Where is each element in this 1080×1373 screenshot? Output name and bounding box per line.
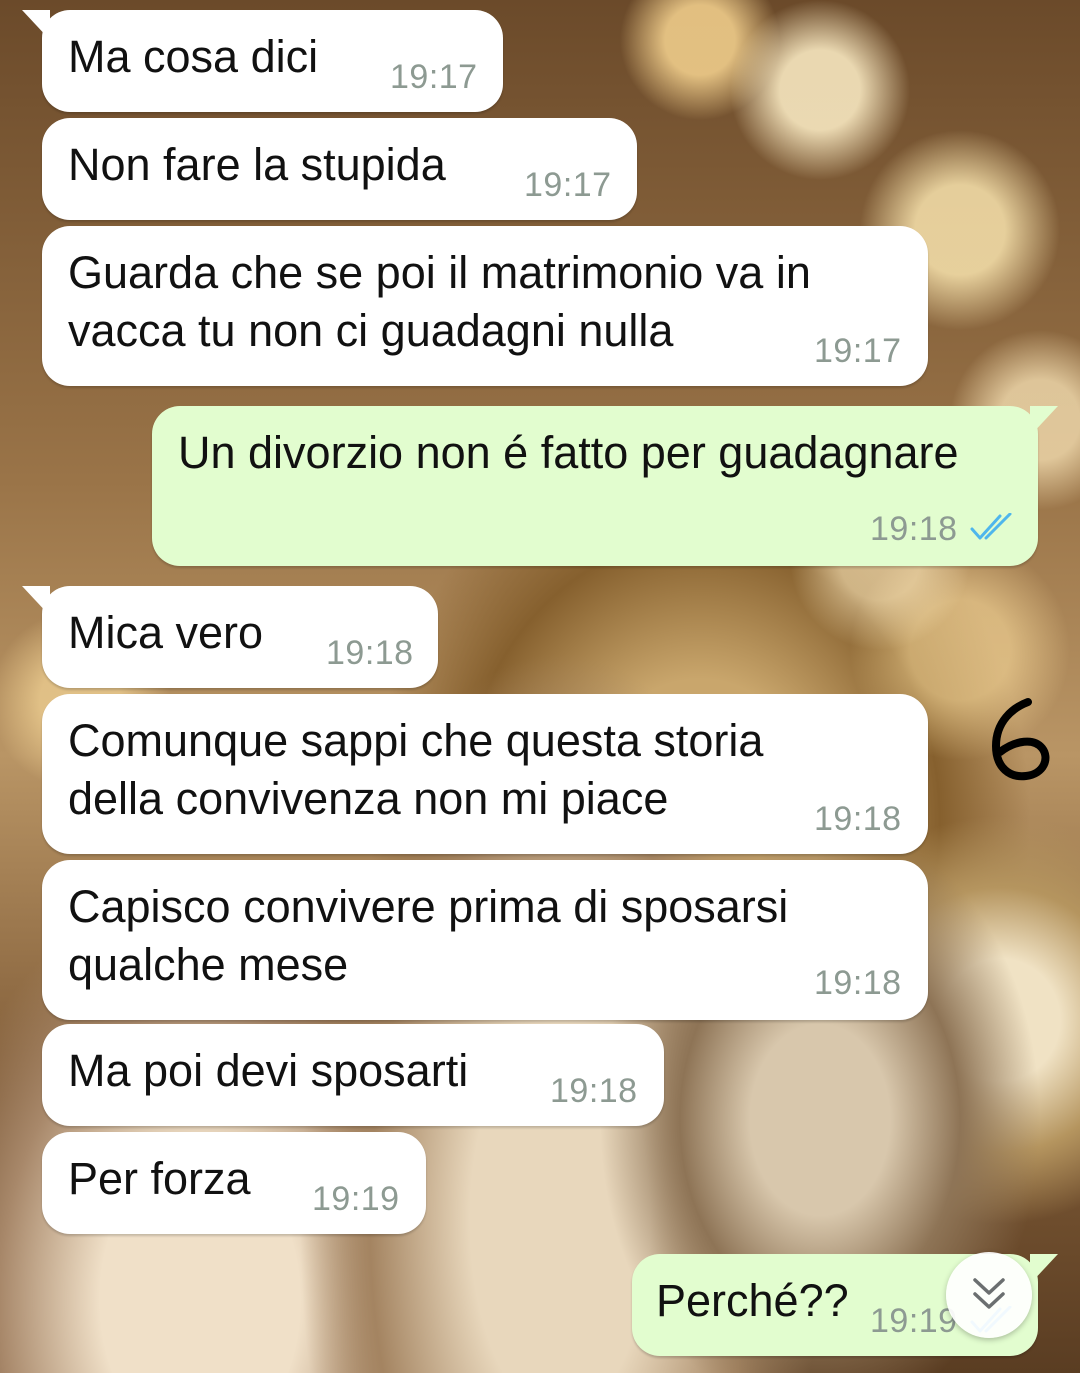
message-time: 19:17	[390, 58, 478, 96]
message-time: 19:17	[814, 332, 902, 370]
message-text: Ma poi devi sposarti	[68, 1045, 469, 1096]
double-check-icon	[970, 513, 1012, 540]
message-text: Capisco convivere prima di sposarsi qual…	[68, 881, 789, 990]
message-text: Guarda che se poi il matrimonio va in va…	[68, 247, 811, 356]
message-text: Comunque sappi che questa storia della c…	[68, 715, 764, 824]
message-time: 19:18	[550, 1072, 638, 1110]
chevron-double-down-icon	[973, 1278, 1005, 1309]
message-bubble[interactable]: Ma cosa dici 19:17	[22, 10, 503, 112]
message-text: Per forza	[68, 1153, 251, 1204]
chat-view: Ma cosa dici 19:17 Non fare la stupida 1…	[0, 0, 1080, 1373]
message-text: Un divorzio non é fatto per guadagnare	[178, 427, 959, 478]
message-text: Ma cosa dici	[68, 31, 319, 82]
message-time: 19:18	[814, 800, 902, 838]
handwritten-annotation	[992, 698, 1050, 781]
message-time: 19:17	[524, 166, 612, 204]
message-bubble[interactable]: Mica vero 19:18	[22, 586, 438, 688]
message-time: 19:18	[870, 510, 958, 548]
message-bubble-outgoing[interactable]: Un divorzio non é fatto per guadagnare 1…	[152, 406, 1058, 566]
message-time: 19:18	[814, 964, 902, 1002]
message-bubble[interactable]: Capisco convivere prima di sposarsi qual…	[42, 860, 928, 1020]
message-bubble[interactable]: Per forza 19:19	[42, 1132, 426, 1234]
scroll-to-bottom-button[interactable]	[946, 1252, 1032, 1338]
message-text: Perché??	[656, 1275, 849, 1326]
message-time: 19:18	[326, 634, 414, 672]
message-bubble[interactable]: Guarda che se poi il matrimonio va in va…	[42, 226, 928, 386]
message-text: Non fare la stupida	[68, 139, 446, 190]
message-bubble[interactable]: Ma poi devi sposarti 19:18	[42, 1024, 664, 1126]
message-text: Mica vero	[68, 607, 264, 658]
message-time: 19:19	[312, 1180, 400, 1218]
message-bubble[interactable]: Non fare la stupida 19:17	[42, 118, 637, 220]
message-bubble[interactable]: Comunque sappi che questa storia della c…	[42, 694, 928, 854]
message-time: 19:19	[870, 1302, 958, 1340]
